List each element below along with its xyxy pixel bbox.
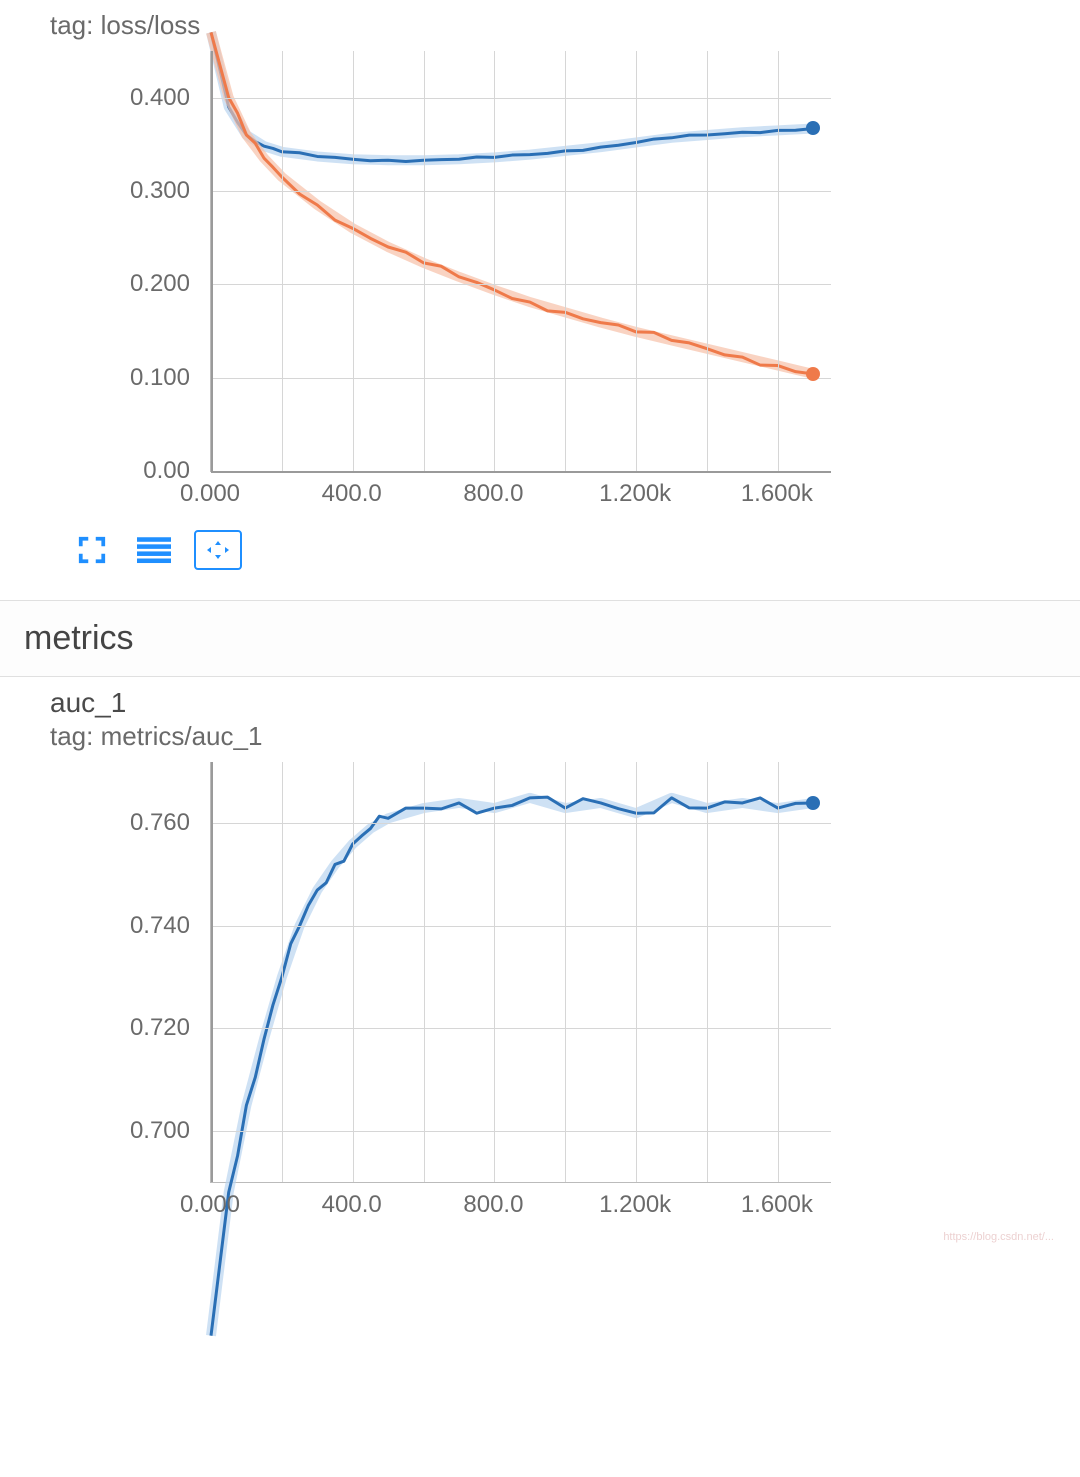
x-tick: 400.0 xyxy=(322,1191,382,1219)
x-tick: 0.000 xyxy=(180,480,240,508)
chart1-frame: 0.400 0.300 0.200 0.100 0.00 0.000 400.0 800.0… xyxy=(80,51,1060,512)
y-tick: 0.400 xyxy=(80,84,190,112)
chart1-toolbar xyxy=(70,530,1060,570)
chart1-y-axis: 0.4000.3000.2000.1000.00 xyxy=(80,51,200,472)
x-tick: 800.0 xyxy=(463,480,523,508)
chart1-plot-area[interactable] xyxy=(210,51,831,472)
chart2-tag: tag: metrics/auc_1 xyxy=(50,721,1060,752)
chart2-title: auc_1 xyxy=(50,687,1060,719)
x-tick: 400.0 xyxy=(322,480,382,508)
series-end-dot xyxy=(806,367,820,381)
x-tick: 1.600k xyxy=(741,1191,813,1219)
series-end-dot xyxy=(806,121,820,135)
section-header-metrics[interactable]: metrics xyxy=(0,600,1080,677)
y-tick: 0.00 xyxy=(80,457,190,485)
chart1-svg xyxy=(211,51,831,471)
watermark: https://blog.csdn.net/... xyxy=(943,1231,1054,1243)
chart2-plot-area[interactable] xyxy=(210,762,831,1183)
y-tick: 0.100 xyxy=(80,364,190,392)
chart2-y-axis: 0.760 0.740 0.720 0.700 xyxy=(80,762,200,1183)
series-end-dot xyxy=(806,796,820,810)
x-tick: 1.600k xyxy=(741,480,813,508)
x-tick: 0.000 xyxy=(180,1191,240,1219)
chart2-svg xyxy=(211,762,831,1182)
expand-icon[interactable] xyxy=(70,532,114,568)
loss-panel: tag: loss/loss 0.400 0.300 0.200 0.100 0.00 … xyxy=(0,0,1080,600)
y-tick: 0.700 xyxy=(80,1117,190,1145)
fit-domain-icon[interactable] xyxy=(194,530,242,570)
y-tick: 0.760 xyxy=(80,809,190,837)
y-tick: 0.720 xyxy=(80,1014,190,1042)
y-tick: 0.740 xyxy=(80,912,190,940)
x-tick: 800.0 xyxy=(463,1191,523,1219)
list-icon[interactable] xyxy=(132,532,176,568)
y-tick: 0.300 xyxy=(80,177,190,205)
chart2-frame: 0.760 0.740 0.720 0.700 0.000 400.0 800.0 1.20… xyxy=(80,762,1060,1223)
y-tick: 0.200 xyxy=(80,270,190,298)
chart2-x-axis: 0.000400.0800.01.200k1.600k xyxy=(210,1183,830,1223)
chart1-tag: tag: loss/loss xyxy=(50,10,1060,41)
x-tick: 1.200k xyxy=(599,1191,671,1219)
auc-panel: auc_1 tag: metrics/auc_1 0.760 0.740 0.720… xyxy=(0,677,1080,1253)
chart1-x-axis: 0.000400.0800.01.200k1.600k xyxy=(210,472,830,512)
x-tick: 1.200k xyxy=(599,480,671,508)
